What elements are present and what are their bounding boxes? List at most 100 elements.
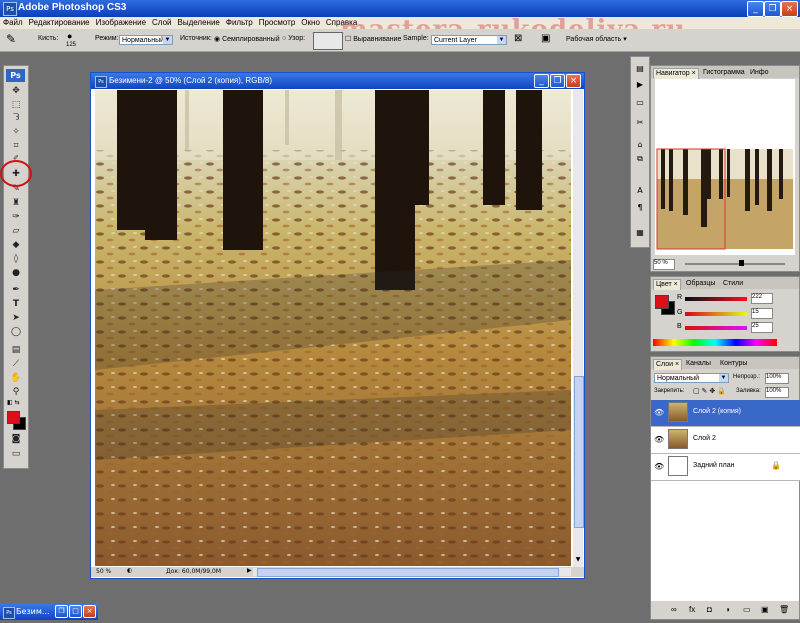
foreground-color-swatch[interactable]: [7, 411, 20, 424]
tool-presets-icon[interactable]: ✂: [634, 117, 646, 128]
vertical-scrollbar[interactable]: ▼: [573, 90, 584, 568]
tab-styles[interactable]: Стили: [721, 279, 745, 289]
shape-tool-icon[interactable]: ◯: [9, 327, 23, 338]
tab-histogram[interactable]: Гистограмма: [701, 68, 747, 78]
scroll-down-icon[interactable]: ▼: [573, 556, 583, 566]
tab-paths[interactable]: Контуры: [718, 359, 749, 369]
tab-swatches[interactable]: Образцы: [684, 279, 717, 289]
link-layers-icon[interactable]: ∞: [671, 605, 677, 614]
hand-tool-icon[interactable]: ✋: [9, 373, 23, 384]
status-arrow-icon[interactable]: ▶: [247, 567, 252, 574]
tab-info[interactable]: Инфо: [748, 68, 771, 78]
doc-close-button[interactable]: ×: [566, 74, 581, 88]
new-layer-icon[interactable]: ▣: [761, 605, 769, 614]
color-fg-swatch[interactable]: [655, 295, 669, 309]
h-scroll-thumb[interactable]: [257, 568, 559, 577]
magic-wand-tool-icon[interactable]: ✧: [9, 127, 23, 138]
eye-icon[interactable]: 👁: [654, 462, 664, 471]
menu-filter[interactable]: Фильтр: [223, 17, 256, 29]
status-icon[interactable]: ◐: [127, 567, 132, 574]
eyedropper-tool-icon[interactable]: ⟋: [9, 359, 23, 370]
close-button[interactable]: ×: [781, 1, 798, 17]
clone-source-icon[interactable]: ⧉: [634, 153, 646, 164]
layer-style-icon[interactable]: fx: [689, 605, 695, 614]
tab-layers[interactable]: Слои ×: [653, 359, 683, 370]
sample-select[interactable]: Current Layer ▼: [431, 35, 507, 45]
path-selection-tool-icon[interactable]: ➤: [9, 313, 23, 324]
workspace-menu[interactable]: Рабочая область ▾: [566, 35, 627, 43]
tab-navigator[interactable]: Навигатор ×: [653, 68, 699, 79]
screen-mode-icon[interactable]: ▭: [9, 449, 23, 460]
history-brush-tool-icon[interactable]: ✑: [9, 212, 23, 223]
task-close-button[interactable]: ×: [83, 605, 96, 618]
layer-row[interactable]: 👁 Слой 2 (копия): [651, 400, 800, 427]
doc-zoom[interactable]: 50 %: [96, 568, 111, 575]
adjustment-layer-icon[interactable]: ◑: [725, 605, 730, 614]
clone-stamp-tool-icon[interactable]: ♜: [9, 198, 23, 209]
crop-tool-icon[interactable]: ⌗: [9, 141, 23, 152]
navigator-zoom[interactable]: 50 %: [653, 259, 675, 270]
minimize-button[interactable]: _: [747, 1, 764, 17]
menu-image[interactable]: Изображение: [93, 17, 149, 29]
menu-edit[interactable]: Редактирование: [26, 17, 93, 29]
r-value[interactable]: 222: [751, 293, 773, 304]
horizontal-scrollbar[interactable]: [253, 568, 571, 577]
sampled-radio[interactable]: ◉ Семплированный: [214, 35, 280, 43]
r-slider[interactable]: [685, 297, 747, 301]
pattern-radio[interactable]: ○ Узор:: [282, 35, 305, 42]
layer-mask-icon[interactable]: ◘: [707, 605, 712, 614]
blend-mode-select[interactable]: Нормальный ▼: [654, 373, 729, 383]
dodge-tool-icon[interactable]: ●: [9, 268, 23, 279]
menu-layer[interactable]: Слой: [149, 17, 174, 29]
blur-tool-icon[interactable]: ◊: [9, 254, 23, 265]
b-slider[interactable]: [685, 326, 747, 330]
layer-row[interactable]: 👁 Задний план 🔒: [651, 454, 800, 481]
palette-well-icon[interactable]: ▣: [541, 33, 550, 44]
brush-preview-icon[interactable]: ●: [67, 31, 72, 41]
task-maximize-button[interactable]: □: [69, 605, 82, 618]
navigator-zoom-slider[interactable]: [685, 263, 785, 265]
type-tool-icon[interactable]: T: [9, 299, 23, 310]
maximize-button[interactable]: ❐: [764, 1, 781, 17]
doc-maximize-button[interactable]: ❐: [550, 74, 565, 88]
history-icon[interactable]: ▶: [634, 79, 646, 90]
brushes-icon[interactable]: ▤: [634, 63, 646, 74]
ignore-adjustment-icon[interactable]: ⊠: [514, 33, 522, 44]
tab-color[interactable]: Цвет ×: [653, 279, 681, 290]
eye-icon[interactable]: 👁: [654, 435, 664, 444]
navigator-thumbnail[interactable]: [655, 79, 795, 255]
task-restore-button[interactable]: ❐: [55, 605, 68, 618]
eye-icon[interactable]: 👁: [654, 408, 664, 417]
lock-icons[interactable]: ▢ ✎ ✥ 🔒: [693, 387, 726, 395]
layer-row[interactable]: 👁 Слой 2: [651, 427, 800, 454]
g-slider[interactable]: [685, 312, 747, 316]
menu-view[interactable]: Просмотр: [256, 17, 299, 29]
b-value[interactable]: 25: [751, 322, 773, 333]
info-icon[interactable]: ▦: [634, 227, 646, 238]
clone-stamp-icon[interactable]: ✎: [6, 32, 16, 46]
paint-bucket-tool-icon[interactable]: ◆: [9, 240, 23, 251]
menu-select[interactable]: Выделение: [174, 17, 222, 29]
scroll-thumb[interactable]: [574, 376, 584, 528]
notes-tool-icon[interactable]: ▤: [9, 345, 23, 356]
trash-icon[interactable]: 🗑: [779, 605, 789, 614]
move-tool-icon[interactable]: ✥: [9, 86, 23, 97]
new-group-icon[interactable]: ▭: [743, 605, 751, 614]
zoom-tool-icon[interactable]: ⚲: [9, 387, 23, 398]
minimized-document-button[interactable]: Ps Безим... ❐ □ ×: [0, 604, 98, 620]
menu-file[interactable]: Файл: [0, 17, 26, 29]
g-value[interactable]: 15: [751, 308, 773, 319]
default-colors-icon[interactable]: ◧ ⇆: [7, 399, 20, 406]
color-ramp[interactable]: [653, 339, 777, 346]
pen-tool-icon[interactable]: ✒: [9, 285, 23, 296]
fill-value[interactable]: 100%: [765, 387, 789, 398]
actions-icon[interactable]: ▭: [634, 97, 646, 108]
quick-mask-icon[interactable]: ◙: [9, 434, 23, 445]
mode-select[interactable]: Нормальный ▼: [119, 35, 173, 45]
marquee-tool-icon[interactable]: ⬚: [9, 100, 23, 111]
forest-photo-canvas[interactable]: [95, 90, 571, 566]
pattern-picker[interactable]: [313, 32, 343, 50]
eraser-tool-icon[interactable]: ▱: [9, 226, 23, 237]
opacity-value[interactable]: 100%: [765, 373, 789, 384]
menu-window[interactable]: Окно: [298, 17, 323, 29]
